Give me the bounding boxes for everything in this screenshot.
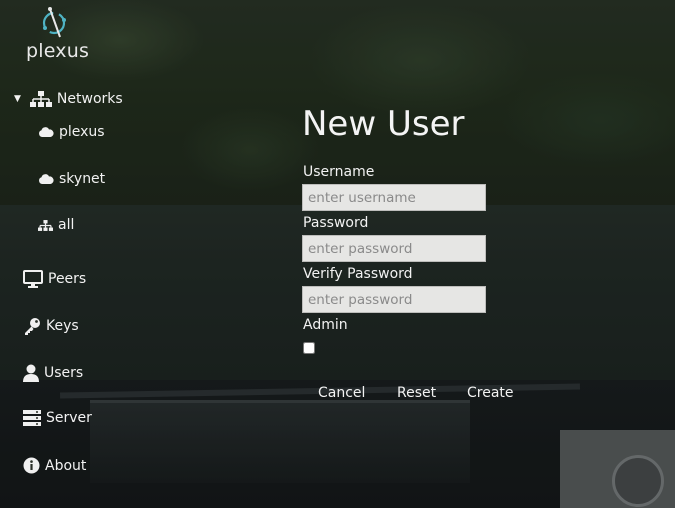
network-icon (38, 219, 53, 232)
verify-password-input[interactable] (302, 286, 486, 313)
sidebar-item-label: Server (46, 410, 92, 426)
key-icon (23, 317, 41, 335)
sidebar-item-label: Peers (48, 271, 87, 287)
caret-down-icon[interactable]: ▼ (14, 94, 21, 104)
cloud-icon (38, 126, 54, 138)
sidebar-item-peers[interactable]: Peers (23, 270, 86, 288)
page-title: New User (302, 104, 465, 144)
username-label: Username (303, 164, 375, 180)
sidebar-item-users[interactable]: Users (23, 364, 83, 382)
create-button[interactable]: Create (467, 385, 514, 401)
sidebar-item-server[interactable]: Server (23, 410, 92, 426)
password-label: Password (303, 215, 369, 231)
sidebar-item-keys[interactable]: Keys (23, 317, 79, 335)
app-logo[interactable]: plexus (24, 6, 90, 64)
sidebar-item-label: About (45, 457, 87, 474)
logo-text: plexus (26, 40, 90, 62)
sidebar-item-label: Networks (56, 91, 123, 107)
verify-password-label: Verify Password (303, 266, 413, 282)
sidebar-item-skynet[interactable]: skynet (38, 171, 105, 187)
sidebar-item-all[interactable]: all (38, 217, 74, 233)
sidebar-item-networks[interactable]: ▼ Networks (14, 90, 123, 108)
username-input[interactable] (302, 184, 486, 211)
user-icon (23, 364, 39, 382)
sidebar-item-label: skynet (59, 171, 106, 187)
password-input[interactable] (302, 235, 486, 262)
cloud-icon (38, 173, 54, 185)
network-icon (29, 90, 52, 108)
cancel-button[interactable]: Cancel (318, 385, 365, 401)
plexus-logo-icon (42, 7, 66, 38)
sidebar-item-about[interactable]: About (23, 457, 86, 474)
sidebar-item-label: Users (44, 365, 84, 381)
monitor-icon (23, 270, 43, 288)
sidebar-item-plexus[interactable]: plexus (38, 124, 105, 140)
sidebar-item-label: Keys (46, 318, 79, 334)
reset-button[interactable]: Reset (397, 385, 436, 401)
admin-label: Admin (303, 317, 348, 333)
info-icon (23, 457, 40, 474)
admin-checkbox[interactable] (303, 342, 315, 354)
sidebar-item-label: plexus (59, 124, 105, 140)
server-icon (23, 410, 41, 426)
sidebar-item-label: all (58, 217, 75, 233)
